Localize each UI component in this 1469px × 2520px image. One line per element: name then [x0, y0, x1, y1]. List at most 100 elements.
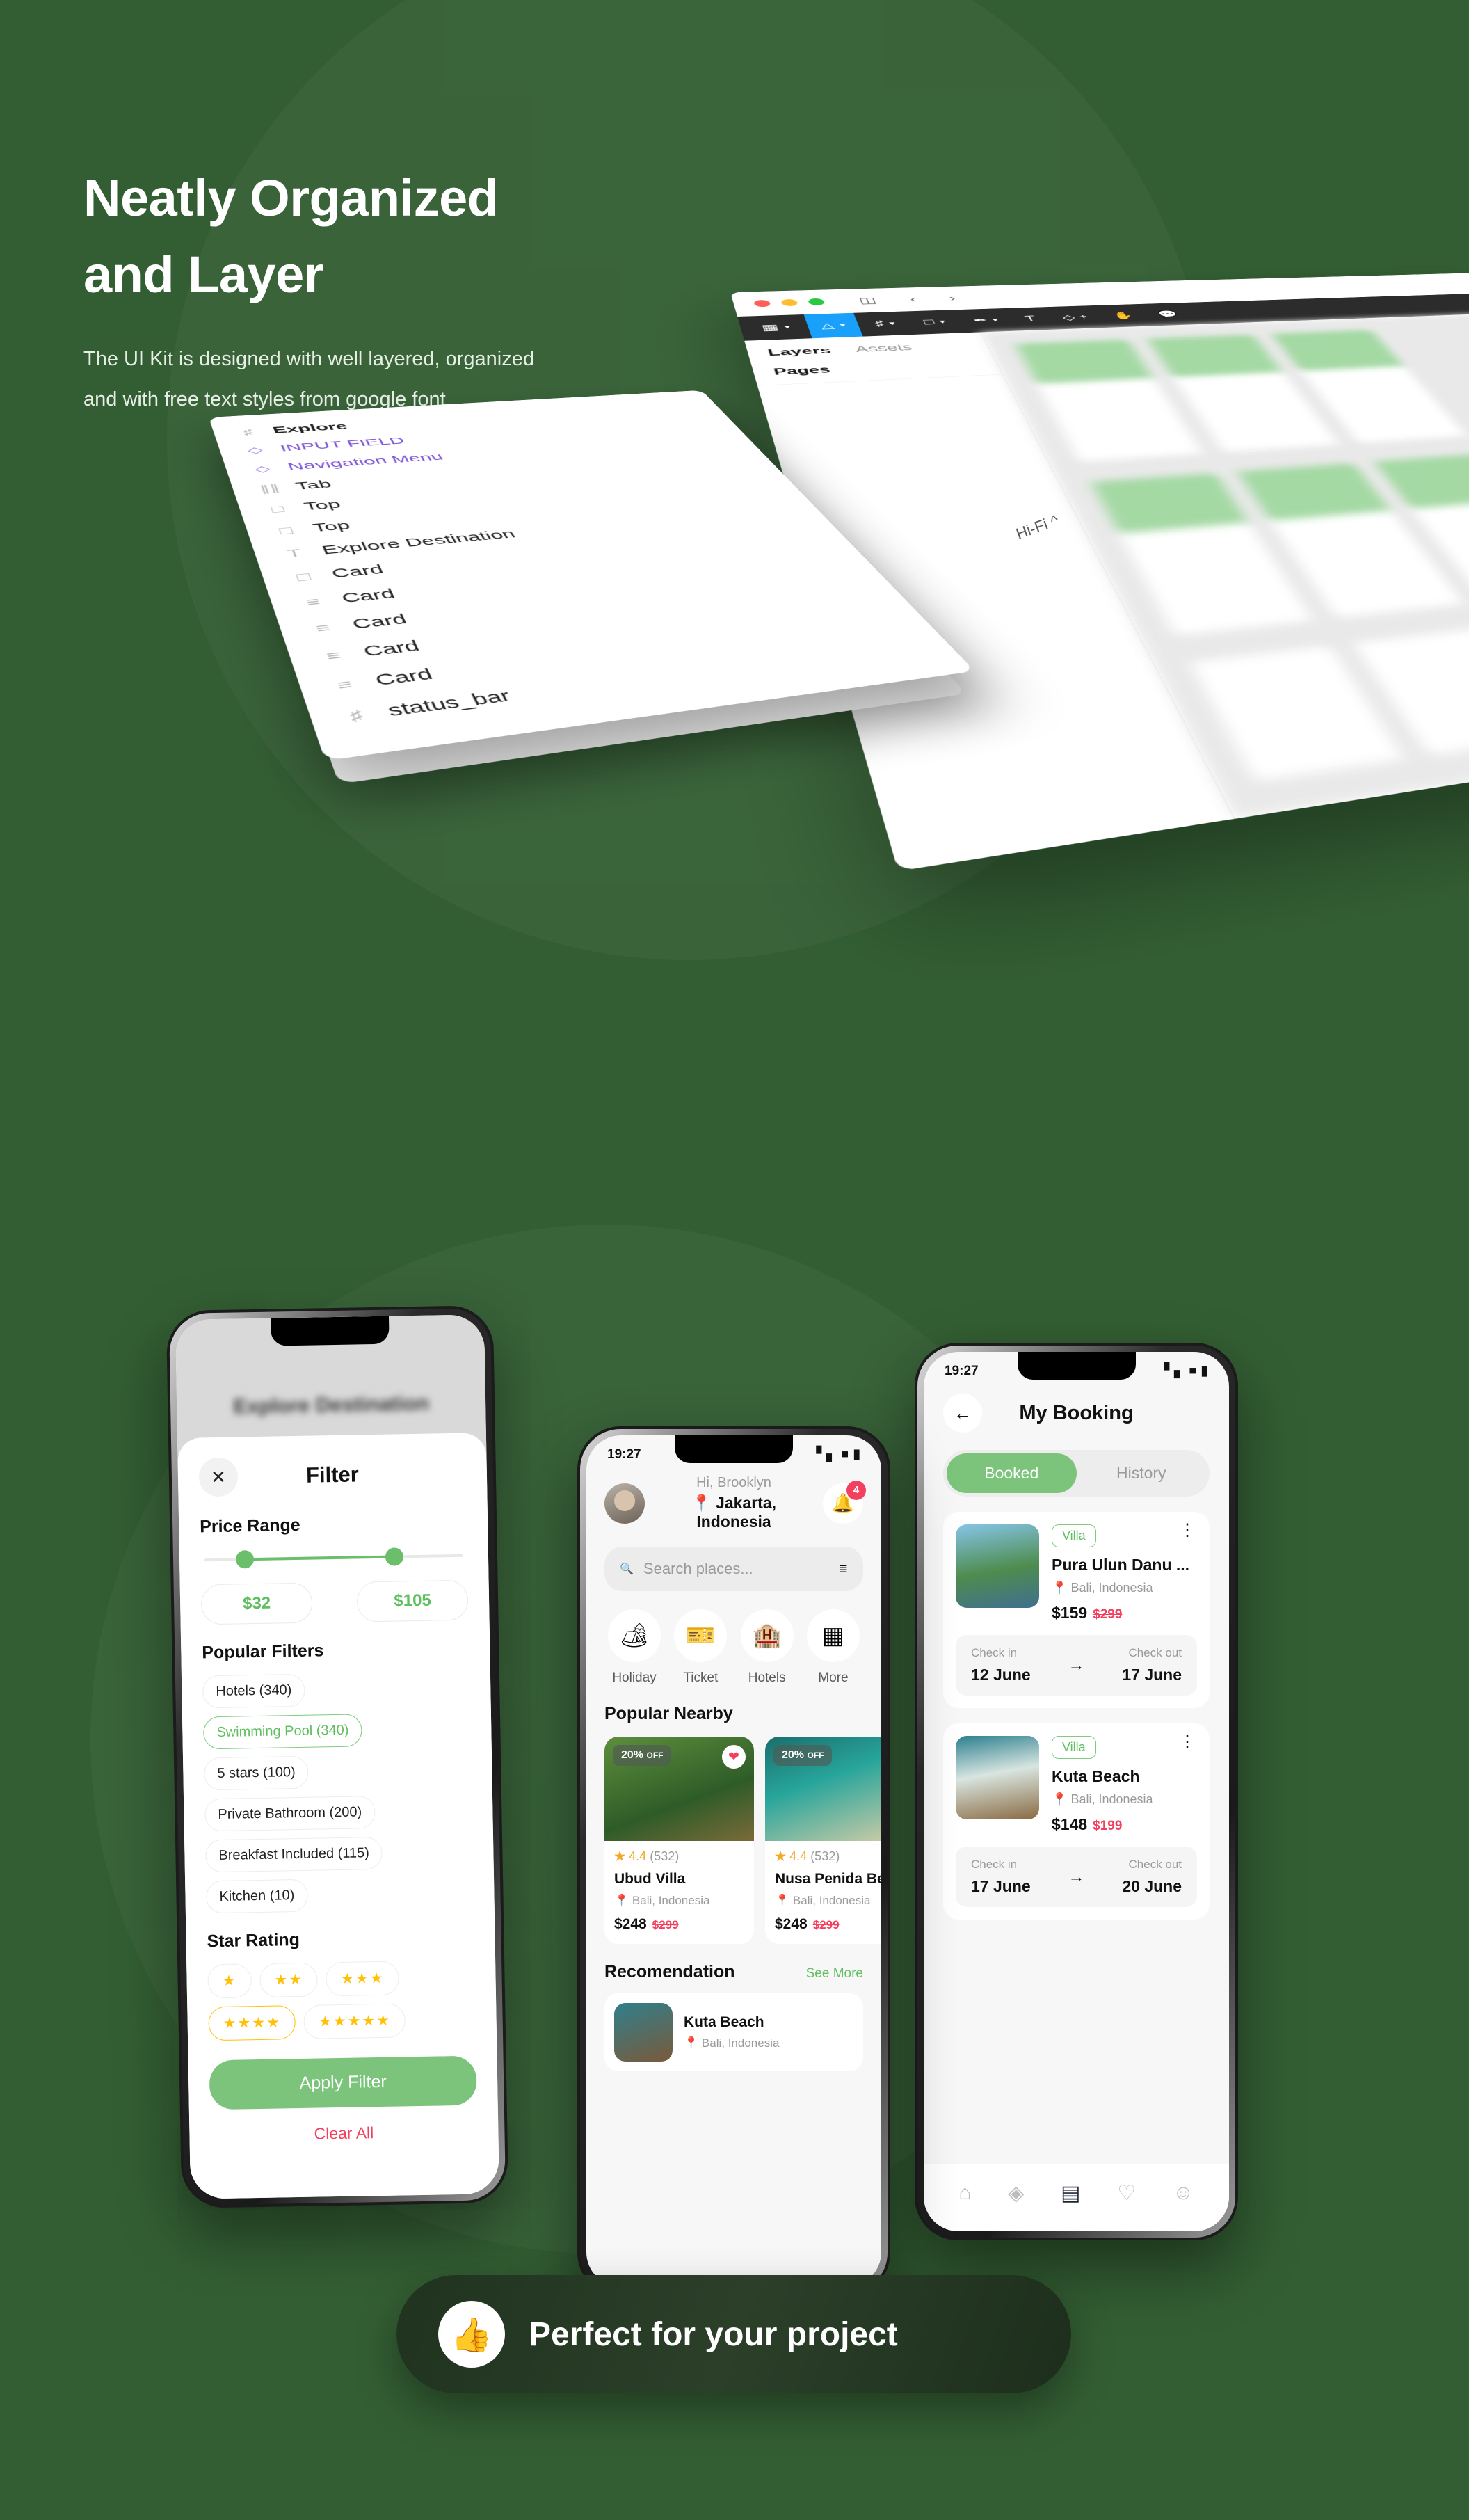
list-item[interactable]: □ Top	[260, 463, 769, 520]
rating: ★ 4.4 (532)	[775, 1849, 840, 1863]
list-item[interactable]: □ Card	[284, 518, 825, 590]
status-time: 19:27	[945, 1363, 979, 1378]
price-inputs: $32 $105	[200, 1579, 469, 1625]
tab-history[interactable]: History	[1077, 1453, 1207, 1493]
pages-header[interactable]: Pages	[750, 353, 1003, 386]
notification-bell-icon[interactable]: 🔔 4	[823, 1480, 866, 1524]
apply-filter-button[interactable]: Apply Filter	[209, 2055, 477, 2110]
category-item-ticket[interactable]: 🎫 Ticket	[671, 1609, 730, 1686]
filter-icon[interactable]: ≣	[839, 1562, 848, 1576]
search-input[interactable]: 🔍 Search places... ≣	[604, 1547, 863, 1591]
add-component-icon[interactable]: ◇ +	[1045, 305, 1107, 329]
tab-booked[interactable]: Booked	[947, 1453, 1077, 1493]
slider-knob-min[interactable]	[235, 1550, 254, 1569]
list-item[interactable]: 20% OFF ★ 4.4 (532) Nusa Penida Beach 📍 …	[765, 1737, 881, 1944]
table-row[interactable]: Villa Kuta Beach 📍 Bali, Indonesia $148 $…	[943, 1723, 1210, 1920]
hero-title-line-1: Neatly Organized	[83, 169, 499, 227]
list-item[interactable]: ∥∥ Tab	[253, 445, 753, 500]
table-row[interactable]: Villa Pura Ulun Danu ... 📍 Bali, Indones…	[943, 1512, 1210, 1708]
category-item-holiday[interactable]: 🏕 Holiday	[604, 1609, 664, 1686]
list-item[interactable]: ≡ Card	[303, 560, 867, 643]
back-chevron-icon[interactable]: ‹	[908, 294, 918, 304]
checkout-label: Check out	[1128, 1646, 1182, 1659]
forward-chevron-icon[interactable]: ›	[947, 294, 958, 303]
star-chip[interactable]: ★	[207, 1963, 252, 1999]
list-item[interactable]: ≡ Card	[294, 539, 845, 616]
hand-tool-icon[interactable]: ✋	[1095, 304, 1152, 328]
status-icons: ▘▖ ⏹ ▮	[817, 1446, 860, 1462]
rating: ★ 4.4 (532)	[614, 1849, 680, 1863]
heart-icon[interactable]: ♡	[1117, 2181, 1136, 2206]
booking-price: $159 $299	[1052, 1604, 1123, 1622]
avatar[interactable]	[604, 1483, 645, 1524]
booking-location: 📍 Bali, Indonesia	[1052, 1792, 1153, 1806]
slider-knob-max[interactable]	[385, 1547, 404, 1566]
battery-icon: ▮	[853, 1447, 860, 1462]
filter-chip[interactable]: Kitchen (10)	[206, 1879, 308, 1914]
list-item[interactable]: 20% OFF ❤ ★ 4.4 (532) Ubud Villa 📍 Bali,…	[604, 1737, 754, 1944]
star-chip[interactable]: ★★	[259, 1962, 319, 1997]
price-range-slider[interactable]	[204, 1545, 464, 1570]
star-chip[interactable]: ★★★★★	[303, 2003, 406, 2039]
profile-icon[interactable]: ☺	[1173, 2181, 1194, 2205]
maximize-green-icon[interactable]	[807, 298, 826, 306]
text-tool-icon[interactable]: T	[1008, 307, 1054, 330]
list-item[interactable]: ≡ Card	[313, 582, 889, 671]
figma-canvas[interactable]	[981, 312, 1469, 819]
frame-icon: ♯	[241, 426, 255, 437]
booking-name: Kuta Beach	[1052, 1767, 1140, 1785]
frame-tool-icon[interactable]: ♯ ▾	[858, 312, 913, 337]
see-more-button[interactable]: See More	[806, 1966, 863, 1981]
more-options-icon[interactable]: ⋮	[1179, 1522, 1196, 1539]
list-item[interactable]: ≡ Card	[323, 606, 912, 702]
list-item[interactable]: Kuta Beach 📍 Bali, Indonesia	[604, 1993, 863, 2071]
hotel-icon: 🏨	[740, 1609, 794, 1662]
figma-toolbar: ▦ ▾ △ ▾ ♯ ▾ □ ▾ ✒ ▾ T ◇ + ✋ 💬	[737, 292, 1469, 341]
frame-icon: ♯	[346, 706, 366, 724]
home-icon[interactable]: ⌂	[958, 2181, 971, 2205]
pin-icon: 📍	[684, 2036, 699, 2050]
layer-label: Card	[372, 666, 435, 689]
more-options-icon[interactable]: ⋮	[1179, 1733, 1196, 1751]
filter-chip[interactable]: Hotels (340)	[202, 1673, 305, 1709]
filter-chip[interactable]: Breakfast Included (115)	[205, 1836, 383, 1873]
list-item[interactable]: □ Top	[268, 481, 788, 543]
move-tool-icon[interactable]: △ ▾	[803, 312, 863, 339]
phone-notch	[675, 1435, 793, 1463]
booking-icon[interactable]: ▤	[1061, 2181, 1080, 2206]
star-chip[interactable]: ★★★	[326, 1961, 399, 1997]
component-icon: ◇	[246, 445, 264, 456]
category-item-more[interactable]: ▦ More	[803, 1609, 863, 1686]
location-text[interactable]: 📍 Jakarta, Indonesia	[656, 1494, 812, 1531]
heart-icon[interactable]: ❤	[722, 1745, 746, 1769]
filter-chip[interactable]: Private Bathroom (200)	[204, 1796, 376, 1832]
list-item[interactable]: ◇ INPUT FIELD	[239, 413, 721, 461]
category-label: Hotels	[748, 1670, 786, 1685]
sidebar-toggle-icon[interactable]: ◫	[857, 296, 878, 305]
filter-header: ✕ Filter	[198, 1451, 466, 1499]
price-max-field[interactable]: $105	[356, 1579, 469, 1622]
star-chip[interactable]: ★★★★	[208, 2005, 296, 2041]
phone-notch	[1017, 1352, 1136, 1380]
explore-icon[interactable]: ◈	[1008, 2181, 1024, 2206]
filter-chip[interactable]: 5 stars (100)	[203, 1755, 310, 1791]
page-title: My Booking	[1019, 1401, 1134, 1424]
pen-tool-icon[interactable]: ✒ ▾	[956, 308, 1016, 333]
category-item-hotels[interactable]: 🏨 Hotels	[737, 1609, 797, 1686]
cellular-icon: ▘▖	[816, 1447, 837, 1462]
zoom-level-label[interactable]: Hi-Fi ^	[1013, 511, 1061, 543]
filter-chip[interactable]: Swimming Pool (340)	[202, 1714, 362, 1750]
checkout-label: Check out	[1128, 1858, 1182, 1871]
card-image: 20% OFF ❤	[604, 1737, 754, 1841]
price-min-field[interactable]: $32	[200, 1582, 313, 1625]
list-item[interactable]: ♯ status_bar	[335, 630, 936, 734]
clear-all-button[interactable]: Clear All	[210, 2122, 477, 2146]
comment-icon[interactable]: 💬	[1140, 303, 1196, 326]
tab-assets[interactable]: Assets	[853, 342, 914, 355]
list-item[interactable]: ◇ Navigation Menu	[246, 429, 737, 480]
shape-tool-icon[interactable]: □ ▾	[906, 310, 963, 334]
phone-screen: 19:27 ▘▖ ⏹ ▮ Hi, Brooklyn 📍 Jakarta, Ind…	[586, 1435, 881, 2287]
checkin-label: Check in	[971, 1858, 1018, 1871]
minimize-yellow-icon[interactable]	[780, 298, 798, 307]
list-item[interactable]: T Explore Destination	[276, 500, 805, 566]
